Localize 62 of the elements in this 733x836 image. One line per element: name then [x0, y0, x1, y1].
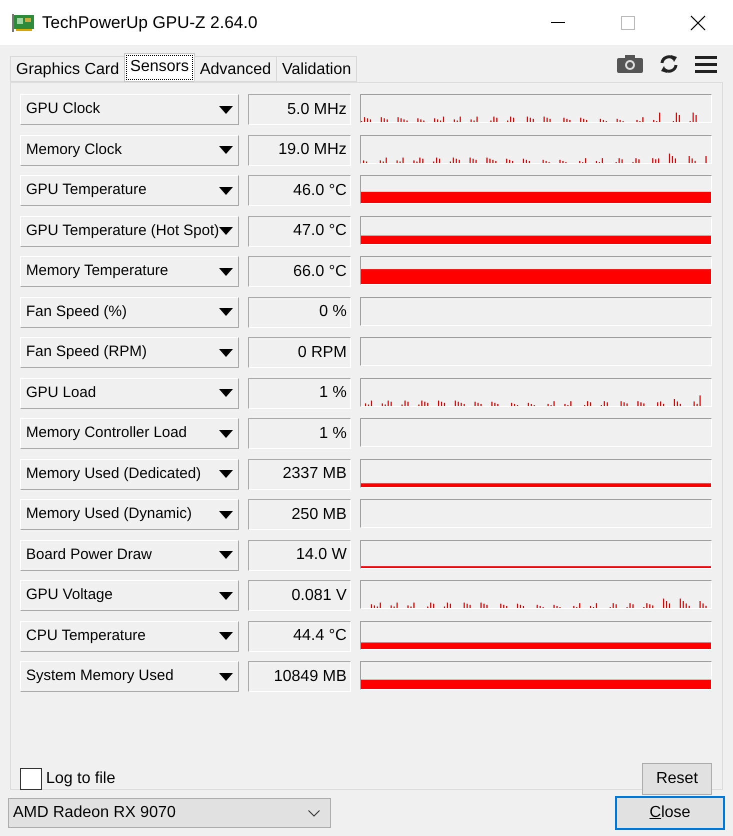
caret-icon: [219, 551, 234, 559]
tab[interactable]: Sensors: [124, 53, 195, 82]
sensor-dropdown[interactable]: CPU Temperature: [20, 620, 240, 652]
window-title: TechPowerUp GPU-Z 2.64.0: [42, 12, 258, 34]
sensor-reading: 47.0 °C: [248, 216, 351, 246]
sensor-dropdown[interactable]: Memory Used (Dynamic): [20, 499, 240, 530]
caret-icon: [219, 348, 234, 356]
caret-icon: [219, 268, 234, 276]
caret-icon: [219, 510, 234, 518]
refresh-icon[interactable]: [659, 54, 679, 74]
sensor-reading: 44.4 °C: [248, 620, 351, 652]
chevron-icon: [308, 810, 320, 816]
caret-icon: [219, 106, 234, 114]
sensor-reading: 2337 MB: [248, 458, 351, 490]
caret-icon: [219, 227, 234, 235]
sensor-reading: 46.0 °C: [248, 175, 351, 206]
sensor-reading: 0.081 V: [248, 580, 351, 611]
sensor-reading: 0 %: [248, 296, 351, 328]
sensor-reading: 250 MB: [248, 499, 351, 530]
close-dialog-button[interactable]: Close: [615, 796, 725, 830]
caret-icon: [219, 389, 234, 397]
tab[interactable]: Graphics Card: [10, 56, 126, 82]
reset-button[interactable]: Reset: [642, 762, 712, 794]
sensor-reading: 5.0 MHz: [248, 94, 351, 125]
sensor-dropdown[interactable]: Memory Controller Load: [20, 418, 240, 449]
sensor-reading: 14.0 W: [248, 540, 351, 570]
sensor-dropdown[interactable]: Board Power Draw: [20, 540, 240, 570]
caret-icon: [219, 592, 234, 600]
close-icon[interactable]: [690, 14, 706, 30]
checkbox-label: Log to file: [46, 768, 116, 788]
sensor-reading: 0 RPM: [248, 337, 351, 368]
sensor-dropdown[interactable]: Memory Clock: [20, 134, 240, 166]
sensor-reading: 1 %: [248, 378, 351, 408]
app-icon: [12, 14, 34, 32]
caret-icon: [219, 632, 234, 640]
menu-icon[interactable]: [695, 55, 717, 73]
tab[interactable]: Advanced: [194, 56, 278, 82]
log-checkbox[interactable]: [20, 768, 42, 790]
sensor-dropdown[interactable]: GPU Load: [20, 378, 240, 408]
sensor-dropdown[interactable]: GPU Voltage: [20, 580, 240, 611]
sensor-reading: 1 %: [248, 418, 351, 449]
sensor-reading: 19.0 MHz: [248, 134, 351, 166]
tab[interactable]: Validation: [276, 56, 358, 82]
sensor-dropdown[interactable]: Memory Used (Dedicated): [20, 458, 240, 490]
gpu-select[interactable]: AMD Radeon RX 9070: [8, 798, 331, 828]
sensor-dropdown[interactable]: GPU Clock: [20, 94, 240, 125]
caret-icon: [219, 308, 234, 316]
sensor-dropdown[interactable]: System Memory Used: [20, 661, 240, 692]
caret-icon: [219, 186, 234, 194]
sensor-dropdown[interactable]: GPU Temperature (Hot Spot): [20, 216, 240, 246]
sensor-dropdown[interactable]: Fan Speed (%): [20, 296, 240, 328]
camera-icon[interactable]: [617, 55, 643, 73]
sensor-dropdown[interactable]: GPU Temperature: [20, 175, 240, 206]
caret-icon: [219, 672, 234, 680]
sensor-dropdown[interactable]: Fan Speed (RPM): [20, 337, 240, 368]
caret-icon: [219, 470, 234, 478]
sensor-dropdown[interactable]: Memory Temperature: [20, 256, 240, 287]
minimize-icon[interactable]: [551, 22, 565, 24]
sensor-reading: 10849 MB: [248, 661, 351, 692]
caret-icon: [219, 146, 234, 154]
caret-icon: [219, 430, 234, 438]
sensor-reading: 66.0 °C: [248, 256, 351, 287]
